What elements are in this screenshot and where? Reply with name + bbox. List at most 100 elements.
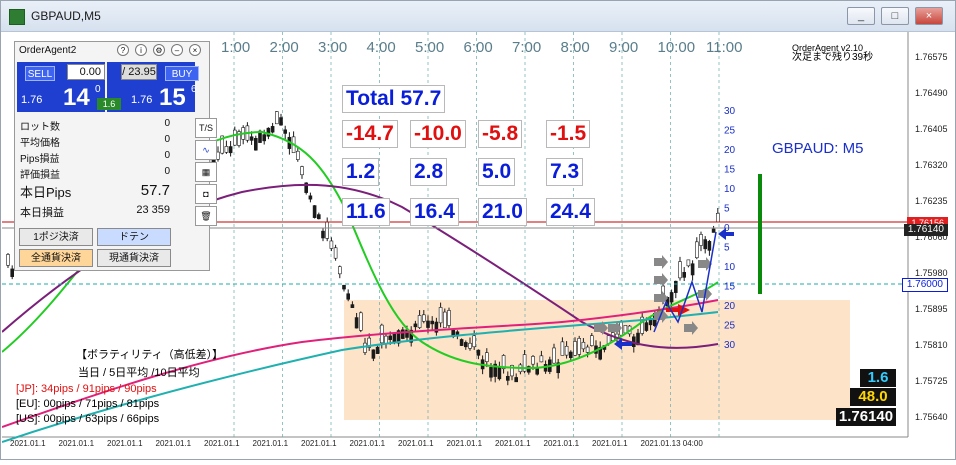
row-label: 評価損益: [20, 170, 60, 181]
time-label: 2:00: [270, 39, 299, 56]
row-value: 0: [164, 134, 170, 145]
price-axis-labels: 1.765751.764901.764051.763201.762351.760…: [915, 52, 948, 422]
stat-red-2: -10.0: [410, 120, 466, 148]
doten-button[interactable]: ドテン: [97, 228, 171, 246]
level-price-tag: 1.76000: [901, 278, 948, 292]
stat-blue1-2: 2.8: [410, 158, 448, 186]
volatility-jp: [JP]: 34pips / 91pips / 90pips: [16, 383, 157, 395]
help-icon[interactable]: ?: [117, 44, 129, 56]
time-axis-labels: 1:00 2:00 3:00 4:00 5:00 6:00 7:00 8:00 9:00 10:0…: [221, 39, 742, 56]
candle-body: [295, 150, 300, 160]
volatility-header: 当日 / 5日平均 /10日平均: [78, 367, 200, 379]
order-agent-panel: OrderAgent2 ? i ⚙ – × SELL 0.00 / 23.95 …: [14, 41, 217, 271]
close-one-position-button[interactable]: 1ポジ決済: [19, 228, 93, 246]
pip-scale-label: 20: [724, 301, 736, 312]
candle-body: [417, 315, 422, 328]
candle-body: [300, 166, 304, 176]
row-today-pips: 本日Pips 57.7: [20, 182, 170, 201]
date-label: 2021.01.1: [156, 439, 192, 448]
price-label: 1.76320: [915, 160, 948, 170]
candle-body: [371, 349, 376, 359]
title-bar: GBPAUD,M5 _ □ ×: [1, 1, 955, 32]
price-label: 1.76405: [915, 124, 948, 134]
candle-body: [430, 320, 435, 325]
candle-body: [224, 146, 229, 153]
close-button[interactable]: ×: [915, 7, 943, 25]
grid-icon[interactable]: ▦: [195, 162, 217, 182]
date-label: 2021.01.1: [301, 439, 337, 448]
chart-mode-icon[interactable]: ∿: [195, 140, 217, 160]
time-label: 11:00: [706, 39, 742, 56]
date-label: 2021.01.1: [350, 439, 386, 448]
candle-body: [321, 230, 325, 239]
time-label: 8:00: [561, 39, 590, 56]
price-chart[interactable]: 1.76575 1.76490 1.76405 1.76320 1.76235 1.760…: [1, 32, 956, 460]
candle-body: [316, 214, 321, 220]
date-label: 2021.01.1: [59, 439, 95, 448]
price-label: 1.76575: [915, 52, 948, 62]
sell-button[interactable]: SELL: [25, 66, 55, 81]
row-today-pl: 本日損益 23 359: [20, 204, 170, 220]
stat-blue1-3: 5.0: [478, 158, 516, 186]
row-label: 本日損益: [20, 207, 64, 219]
ts-button[interactable]: T/S: [195, 118, 217, 138]
candle-body: [703, 239, 708, 250]
signal-arrow: [654, 273, 668, 287]
close-all-button[interactable]: 全通貨決済: [19, 249, 93, 267]
candle-body: [690, 263, 695, 276]
candle-body: [426, 320, 430, 328]
pip-scale-label: 10: [724, 262, 736, 273]
pip-scale-label: 5: [724, 243, 730, 254]
candle-body: [270, 126, 275, 133]
candle-body: [468, 342, 472, 349]
settings-icon[interactable]: ⚙: [153, 44, 165, 56]
candle-body: [476, 349, 481, 356]
candle-body: [274, 111, 279, 125]
row-label: ロット数: [20, 122, 60, 133]
stat-red-3: -5.8: [478, 120, 523, 148]
candle-body: [333, 247, 338, 259]
row-value: 57.7: [140, 182, 170, 199]
buy-button[interactable]: BUY: [165, 66, 199, 81]
camera-icon[interactable]: ◘: [195, 184, 217, 204]
signal-arrow: [654, 255, 668, 269]
candle-body: [564, 345, 569, 356]
close-panel-icon[interactable]: ×: [189, 44, 201, 56]
row-pips-pl: Pips損益 0: [20, 150, 170, 165]
candle-body: [337, 266, 342, 275]
info-icon[interactable]: i: [135, 44, 147, 56]
candle-body: [535, 367, 540, 375]
close-symbol-button[interactable]: 現通貨決済: [97, 249, 171, 267]
candle-body: [682, 272, 687, 278]
row-lots: ロット数 0: [20, 118, 170, 133]
candle-body: [673, 280, 678, 293]
lot-max: / 23.95: [121, 64, 157, 80]
buy-price-main: 15: [159, 84, 186, 111]
candle-body: [497, 366, 502, 380]
volatility-eu: [EU]: 00pips / 71pips / 81pips: [16, 398, 160, 410]
candle-body: [308, 195, 313, 200]
date-label: 2021.01.1: [107, 439, 143, 448]
price-label: 1.75725: [915, 376, 948, 386]
window-title: GBPAUD,M5: [31, 9, 101, 23]
maximize-button[interactable]: □: [881, 7, 909, 25]
pip-scale-label: 25: [724, 126, 736, 137]
candle-body: [577, 338, 582, 355]
candle-body: [678, 261, 682, 279]
stat-red-1: -14.7: [342, 120, 398, 148]
candle-body: [711, 228, 716, 233]
lot-input[interactable]: 0.00: [67, 64, 105, 80]
candle-body: [568, 351, 573, 359]
candle-body: [354, 317, 359, 329]
time-label: 7:00: [512, 39, 541, 56]
candle-body: [279, 117, 283, 126]
pip-scale-label: 15: [724, 165, 736, 176]
candle-body: [363, 342, 367, 353]
pip-scale-label: 0: [724, 223, 730, 234]
candle-body: [442, 311, 447, 329]
trash-icon[interactable]: 🗑: [195, 206, 217, 226]
stat-blue2-1: 11.6: [342, 198, 390, 226]
minimize-panel-icon[interactable]: –: [171, 44, 183, 56]
minimize-button[interactable]: _: [847, 7, 875, 25]
row-label: Pips損益: [20, 154, 60, 165]
